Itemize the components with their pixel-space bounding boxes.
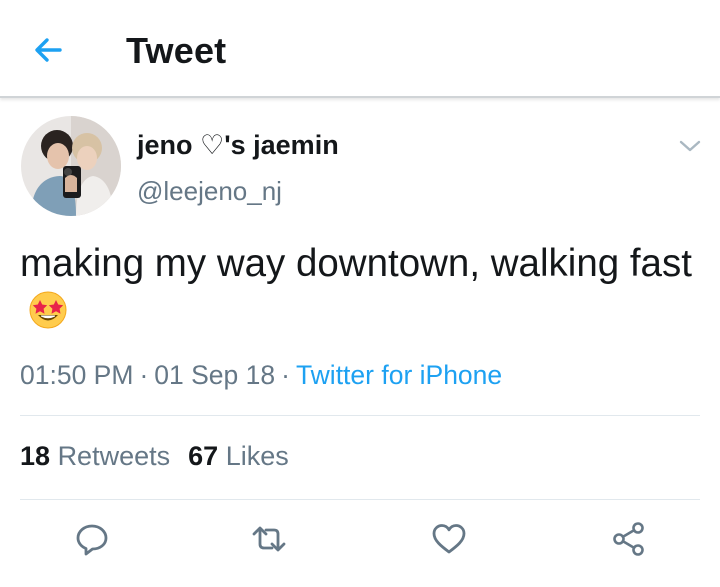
star-struck-emoji-icon: [28, 290, 68, 330]
reply-icon: [76, 524, 108, 556]
share-icon: [613, 522, 644, 556]
tweet-metadata: 01:50 PM · 01 Sep 18 · Twitter for iPhone: [20, 360, 502, 391]
retweets-stat[interactable]: 18 Retweets: [20, 441, 170, 471]
likes-stat[interactable]: 67 Likes: [188, 441, 289, 471]
retweet-icon: [252, 526, 286, 552]
back-button[interactable]: [30, 32, 66, 68]
chevron-down-icon: [679, 140, 701, 152]
divider: [20, 415, 700, 416]
username[interactable]: @leejeno_nj: [137, 176, 282, 207]
likes-label: Likes: [225, 441, 289, 471]
more-options-button[interactable]: [676, 132, 704, 160]
like-button[interactable]: [431, 521, 467, 557]
tweet-time: 01:50 PM: [20, 360, 134, 390]
top-app-bar: Tweet: [0, 0, 720, 98]
retweet-button[interactable]: [251, 521, 287, 557]
display-name[interactable]: jeno ♡'s jaemin: [137, 130, 339, 161]
retweets-count: 18: [20, 441, 51, 471]
reply-button[interactable]: [74, 521, 110, 557]
likes-count: 67: [188, 441, 219, 471]
arrow-left-icon: [35, 38, 62, 62]
separator-dot: ·: [281, 360, 290, 390]
divider: [20, 499, 700, 500]
tweet-source-link[interactable]: Twitter for iPhone: [296, 360, 502, 390]
tweet-text-content: making my way downtown, walking fast: [20, 242, 692, 285]
heart-icon: [432, 524, 466, 554]
tweet-stats: 18 Retweets 67 Likes: [20, 441, 289, 472]
tweet-date: 01 Sep 18: [154, 360, 276, 390]
separator-dot: ·: [139, 360, 149, 390]
page-title: Tweet: [126, 30, 227, 71]
tweet-text: making my way downtown, walking fast: [20, 240, 700, 336]
retweets-label: Retweets: [57, 441, 171, 471]
avatar[interactable]: [21, 116, 121, 216]
share-button[interactable]: [611, 521, 647, 557]
